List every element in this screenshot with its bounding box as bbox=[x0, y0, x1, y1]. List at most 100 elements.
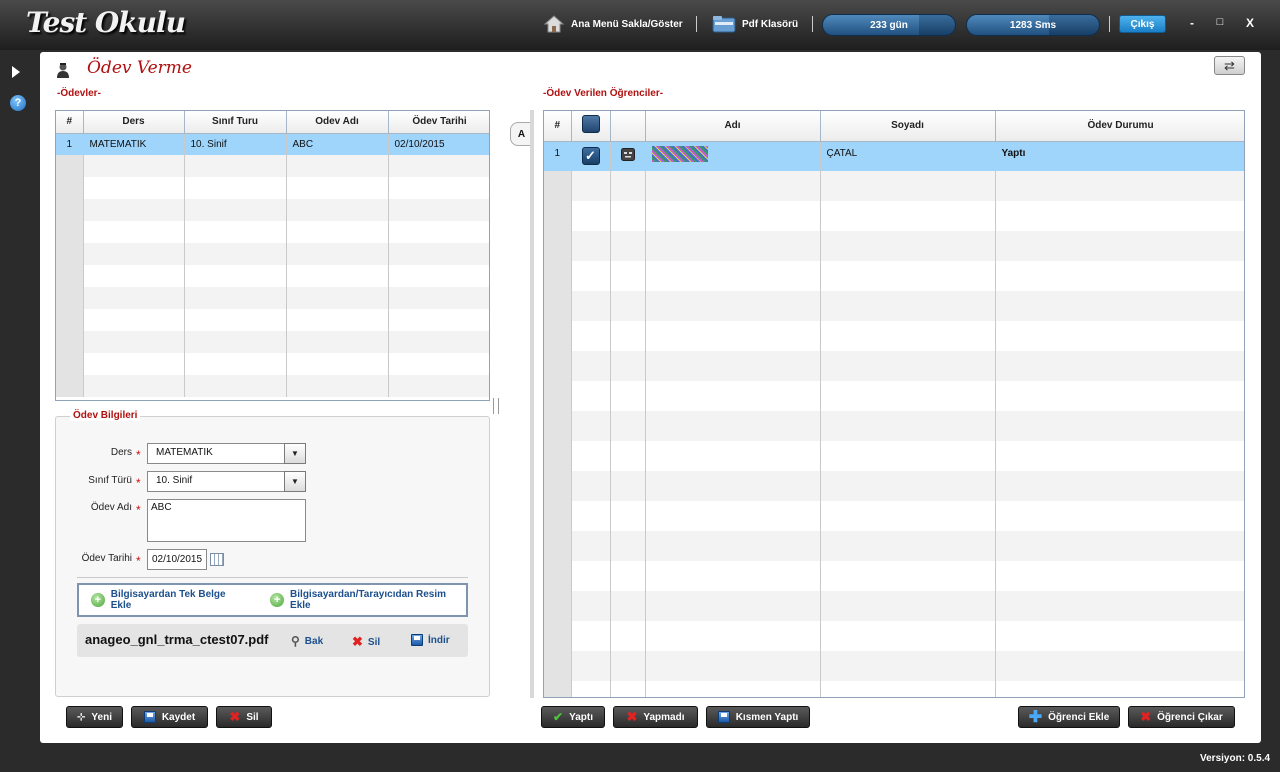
upload-document-button[interactable]: + Bilgisayardan Tek Belge Ekle bbox=[91, 589, 246, 611]
empty-cell bbox=[544, 651, 572, 681]
mark-partial-label: Kısmen Yaptı bbox=[735, 711, 799, 723]
empty-cell bbox=[610, 531, 646, 561]
empty-row bbox=[56, 199, 489, 221]
new-button[interactable]: ⊹ Yeni bbox=[66, 706, 123, 728]
folder-icon bbox=[712, 16, 736, 33]
empty-cell bbox=[571, 261, 611, 291]
panel-splitter[interactable] bbox=[530, 110, 534, 698]
column-header[interactable]: Sınıf Turu bbox=[184, 111, 287, 134]
column-header[interactable]: # bbox=[544, 111, 572, 142]
row-checkbox[interactable]: ✓ bbox=[581, 147, 600, 166]
date-field[interactable]: 02/10/2015 bbox=[147, 549, 207, 570]
column-header[interactable]: Odev Adı bbox=[286, 111, 389, 134]
empty-row bbox=[544, 201, 1244, 231]
mark-partial-button[interactable]: Kısmen Yaptı bbox=[706, 706, 810, 728]
upload-image-label: Bilgisayardan/Tarayıcıdan Resim Ekle bbox=[290, 589, 447, 611]
redacted-name-image bbox=[651, 145, 708, 162]
menu-toggle-label: Ana Menü Sakla/Göster bbox=[571, 18, 683, 30]
dropdown-arrow-icon[interactable]: ▼ bbox=[284, 471, 306, 492]
empty-cell bbox=[571, 591, 611, 621]
refresh-button[interactable]: ⇄ bbox=[1214, 56, 1245, 75]
ders-select[interactable]: MATEMATIK ▼ bbox=[147, 443, 306, 464]
dropdown-arrow-icon[interactable]: ▼ bbox=[284, 443, 306, 464]
pdf-folder-button[interactable]: Pdf Klasörü bbox=[712, 14, 798, 34]
empty-cell bbox=[184, 309, 287, 331]
delete-file-button[interactable]: ✖ Sil bbox=[352, 634, 380, 650]
license-days-badge: 233 gün bbox=[822, 14, 956, 36]
empty-cell bbox=[820, 591, 996, 621]
select-all-checkbox[interactable] bbox=[581, 115, 600, 134]
empty-cell bbox=[544, 321, 572, 351]
row-select-cell[interactable]: ✓ bbox=[571, 141, 611, 171]
expand-arrow-icon[interactable] bbox=[12, 66, 20, 78]
sinif-value: 10. Sinif bbox=[156, 475, 193, 486]
download-label: İndir bbox=[428, 634, 450, 646]
home-icon bbox=[543, 15, 565, 33]
empty-cell bbox=[184, 199, 287, 221]
empty-cell bbox=[286, 199, 389, 221]
collapse-tab[interactable]: A bbox=[510, 122, 532, 146]
splitter-grip[interactable] bbox=[493, 398, 499, 414]
empty-cell bbox=[286, 177, 389, 199]
view-file-button[interactable]: ⚲ Bak bbox=[291, 634, 323, 648]
empty-cell bbox=[645, 681, 821, 697]
empty-cell bbox=[610, 411, 646, 441]
students-section-label: -Ödev Verilen Öğrenciler- bbox=[543, 88, 664, 99]
table-row[interactable]: 1 ✓ ÇATAL Yaptı bbox=[544, 141, 1244, 171]
add-student-button[interactable]: ✚ Öğrenci Ekle bbox=[1018, 706, 1120, 728]
column-header[interactable]: Adı bbox=[645, 111, 821, 142]
delete-button[interactable]: ✖ Sil bbox=[216, 706, 272, 728]
empty-cell bbox=[645, 351, 821, 381]
empty-cell bbox=[820, 411, 996, 441]
mark-done-button[interactable]: ✔ Yaptı bbox=[541, 706, 605, 728]
required-mark: * bbox=[136, 503, 141, 517]
cross-icon: ✖ bbox=[1140, 709, 1152, 724]
menu-toggle-button[interactable]: Ana Menü Sakla/Göster bbox=[543, 14, 683, 34]
ders-value: MATEMATIK bbox=[156, 447, 213, 458]
minimize-button[interactable]: - bbox=[1185, 16, 1199, 30]
odev-name-field[interactable]: ABC bbox=[147, 499, 306, 542]
remove-student-button[interactable]: ✖ Öğrenci Çıkar bbox=[1128, 706, 1235, 728]
save-button[interactable]: Kaydet bbox=[131, 706, 208, 728]
empty-cell bbox=[56, 331, 84, 353]
empty-cell bbox=[995, 321, 1244, 351]
column-header[interactable]: Ders bbox=[83, 111, 185, 134]
empty-cell bbox=[184, 331, 287, 353]
empty-cell bbox=[610, 261, 646, 291]
empty-cell bbox=[286, 155, 389, 177]
empty-cell bbox=[820, 651, 996, 681]
cell-tarih: 02/10/2015 bbox=[388, 133, 489, 155]
empty-cell bbox=[544, 501, 572, 531]
empty-row bbox=[56, 287, 489, 309]
version-label: Versiyon: 0.5.4 bbox=[1200, 753, 1271, 764]
help-icon[interactable]: ? bbox=[10, 95, 26, 111]
empty-cell bbox=[286, 287, 389, 309]
select-all-header[interactable] bbox=[571, 111, 611, 142]
download-file-button[interactable]: İndir bbox=[411, 634, 450, 646]
empty-row bbox=[544, 591, 1244, 621]
required-mark: * bbox=[136, 448, 141, 462]
empty-row bbox=[544, 501, 1244, 531]
empty-cell bbox=[571, 471, 611, 501]
upload-image-button[interactable]: + Bilgisayardan/Tarayıcıdan Resim Ekle bbox=[270, 589, 466, 611]
column-header[interactable]: # bbox=[56, 111, 84, 134]
sinif-select[interactable]: 10. Sinif ▼ bbox=[147, 471, 306, 492]
empty-cell bbox=[645, 621, 821, 651]
empty-cell bbox=[184, 155, 287, 177]
empty-row bbox=[544, 471, 1244, 501]
column-header[interactable]: Ödev Tarihi bbox=[388, 111, 489, 134]
empty-cell bbox=[544, 261, 572, 291]
maximize-button[interactable]: □ bbox=[1213, 16, 1227, 28]
exit-button[interactable]: Çıkış bbox=[1119, 15, 1166, 33]
mark-not-done-button[interactable]: ✖ Yapmadı bbox=[613, 706, 698, 728]
empty-cell bbox=[83, 309, 185, 331]
column-header[interactable]: Ödev Durumu bbox=[995, 111, 1244, 142]
calendar-icon[interactable] bbox=[210, 553, 224, 566]
sms-credit-label: 1283 Sms bbox=[1009, 19, 1057, 31]
close-button[interactable]: X bbox=[1243, 16, 1257, 30]
table-row[interactable]: 1 MATEMATIK 10. Sinif ABC 02/10/2015 bbox=[56, 133, 489, 155]
required-mark: * bbox=[136, 476, 141, 490]
column-header[interactable]: Soyadı bbox=[820, 111, 996, 142]
empty-row bbox=[544, 291, 1244, 321]
empty-cell bbox=[610, 201, 646, 231]
